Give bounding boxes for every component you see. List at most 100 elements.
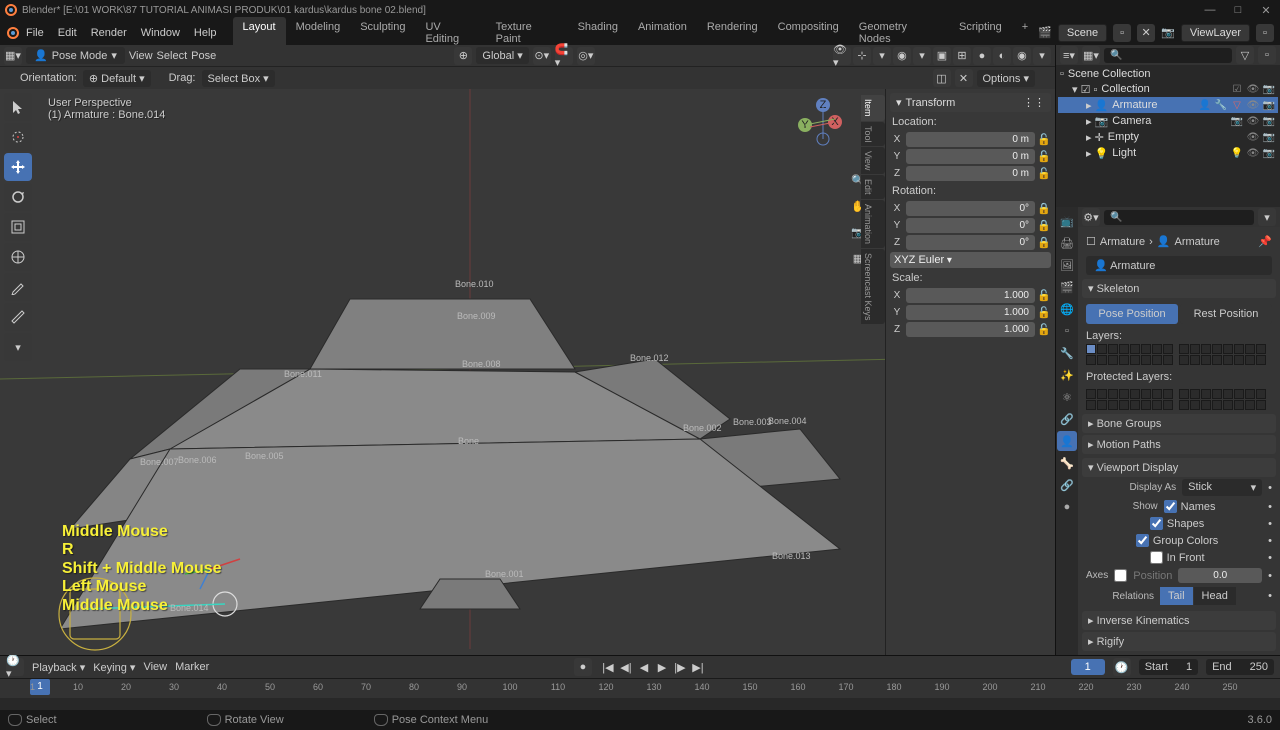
ctx-material[interactable]: ● (1057, 497, 1077, 517)
ol-armature[interactable]: ▸ 👤Armature👤🔧▽👁📷 (1058, 97, 1278, 113)
loc-y-field[interactable]: 0 m (906, 149, 1035, 164)
snap-icon[interactable]: 🧲▾ (555, 47, 573, 65)
select-tool[interactable] (4, 93, 32, 121)
viewport-display-header[interactable]: ▾ Viewport Display (1082, 458, 1276, 477)
orientation-icon[interactable]: ⊕ (454, 47, 472, 65)
options-dd[interactable]: Options ▾ (977, 70, 1036, 87)
header-pose[interactable]: Pose (191, 50, 216, 62)
app-menu-icon[interactable] (6, 26, 20, 40)
workspace-tab-layout[interactable]: Layout (233, 17, 286, 49)
ol-camera[interactable]: ▸ 📷Camera📷👁📷 (1058, 113, 1278, 129)
menu-render[interactable]: Render (85, 27, 133, 39)
rot-y-field[interactable]: 0° (906, 218, 1035, 233)
next-key-icon[interactable]: |▶ (672, 661, 688, 674)
nav-gizmo[interactable]: X Y Z (785, 97, 855, 167)
skeleton-header[interactable]: ▾ Skeleton (1082, 279, 1276, 298)
ctx-output[interactable]: 🖨 (1057, 233, 1077, 253)
start-frame-field[interactable]: Start1 (1139, 659, 1198, 675)
header-select[interactable]: Select (157, 50, 188, 62)
tl-marker[interactable]: Marker (175, 661, 209, 673)
check-names[interactable]: Names (1164, 500, 1216, 513)
xray-icon[interactable]: ▣ (933, 47, 951, 65)
overlay-menu-icon[interactable]: ▾ (913, 47, 931, 65)
timeline-ruler[interactable]: 1 11020304050607080901001101201301401501… (0, 678, 1280, 698)
scale-x-field[interactable]: 1.000 (906, 288, 1035, 303)
prot-layer-grid[interactable] (1086, 389, 1272, 410)
lock-icon[interactable]: 🔓 (1037, 306, 1051, 319)
ctx-armature[interactable]: 👤 (1057, 431, 1077, 451)
shading-preview-icon[interactable]: ◐ (993, 47, 1011, 65)
orient-selector[interactable]: Global ▾ (476, 47, 528, 64)
shading-render-icon[interactable]: ◉ (1013, 47, 1031, 65)
lock-icon[interactable]: 🔓 (1037, 167, 1051, 180)
visibility-icon[interactable]: 👁▾ (833, 47, 851, 65)
outliner-display-icon[interactable]: ▦▾ (1082, 46, 1100, 64)
ctx-particle[interactable]: ✨ (1057, 365, 1077, 385)
proportional-icon[interactable]: ◎▾ (577, 47, 595, 65)
gizmo-menu-icon[interactable]: ▾ (873, 47, 891, 65)
workspace-tab-geometry[interactable]: Geometry Nodes (849, 17, 949, 49)
ol-collection[interactable]: ▾ ☑ ▫Collection☑👁📷 (1058, 81, 1278, 97)
outliner-new-coll-icon[interactable]: ▫ (1258, 46, 1276, 64)
move-tool[interactable] (4, 153, 32, 181)
check-shapes[interactable]: Shapes (1150, 517, 1204, 530)
timeline-editor-icon[interactable]: 🕐▾ (6, 658, 24, 676)
measure-tool[interactable] (4, 303, 32, 331)
tl-view[interactable]: View (143, 661, 167, 673)
lock-icon[interactable]: 🔒 (1037, 219, 1051, 232)
tl-playback[interactable]: Playback ▾ (32, 661, 85, 674)
prop-editor-icon[interactable]: ⚙▾ (1082, 208, 1100, 226)
mode-selector[interactable]: 👤 Pose Mode▾ (26, 47, 125, 64)
ctx-constraint[interactable]: 🔗 (1057, 409, 1077, 429)
outliner-filter-icon[interactable]: ▽ (1236, 46, 1254, 64)
shading-solid-icon[interactable]: ● (973, 47, 991, 65)
ctx-object[interactable]: ▫ (1057, 321, 1077, 341)
rotate-tool[interactable] (4, 183, 32, 211)
menu-window[interactable]: Window (135, 27, 186, 39)
jump-end-icon[interactable]: ▶| (690, 661, 706, 674)
close-button[interactable]: ✕ (1256, 4, 1276, 17)
scene-new-icon[interactable]: ▫ (1113, 24, 1131, 42)
ntab-view[interactable]: View (861, 147, 885, 174)
ctx-scene[interactable]: 🎬 (1057, 277, 1077, 297)
ol-scene-collection[interactable]: ▫Scene Collection (1058, 67, 1278, 81)
layer-grid[interactable] (1086, 344, 1272, 365)
workspace-tab-rendering[interactable]: Rendering (697, 17, 768, 49)
rigify-header[interactable]: ▸ Rigify (1082, 632, 1276, 651)
workspace-tab-uv[interactable]: UV Editing (415, 17, 485, 49)
workspace-tab-shading[interactable]: Shading (568, 17, 628, 49)
pose-position-btn[interactable]: Pose Position (1086, 304, 1178, 324)
ntab-item[interactable]: Item (861, 95, 885, 121)
workspace-add[interactable]: + (1012, 17, 1038, 49)
shading-wire-icon[interactable]: ⊞ (953, 47, 971, 65)
maximize-button[interactable]: □ (1228, 4, 1248, 17)
display-as-dd[interactable]: Stick▾ (1182, 479, 1262, 496)
ol-light[interactable]: ▸ 💡Light💡👁📷 (1058, 145, 1278, 161)
menu-file[interactable]: File (20, 27, 50, 39)
scene-selector[interactable]: Scene (1058, 24, 1107, 42)
ctx-physics[interactable]: ⚛ (1057, 387, 1077, 407)
relations-tail[interactable]: Tail (1160, 587, 1193, 605)
scale-z-field[interactable]: 1.000 (906, 322, 1035, 337)
workspace-tab-animation[interactable]: Animation (628, 17, 697, 49)
ctx-viewlayer[interactable]: 🖼 (1057, 255, 1077, 275)
check-in-front[interactable]: In Front (1150, 551, 1205, 564)
rot-z-field[interactable]: 0° (906, 235, 1035, 250)
path-obj[interactable]: Armature (1100, 236, 1145, 248)
lock-icon[interactable]: 🔓 (1037, 150, 1051, 163)
rot-mode[interactable]: XYZ Euler ▾ (890, 252, 1051, 268)
lock-icon[interactable]: 🔓 (1037, 323, 1051, 336)
rot-x-field[interactable]: 0° (906, 201, 1035, 216)
scene-delete-icon[interactable]: ✕ (1137, 24, 1155, 42)
gizmo-toggle-icon[interactable]: ⊹ (853, 47, 871, 65)
header-view[interactable]: View (129, 50, 153, 62)
workspace-tab-scripting[interactable]: Scripting (949, 17, 1012, 49)
viewlayer-selector[interactable]: ViewLayer (1181, 24, 1250, 42)
menu-help[interactable]: Help (188, 27, 223, 39)
check-group-colors[interactable]: Group Colors (1136, 534, 1218, 547)
workspace-tab-sculpting[interactable]: Sculpting (350, 17, 415, 49)
ctx-bone[interactable]: 🦴 (1057, 453, 1077, 473)
pivot-icon[interactable]: ⊙▾ (533, 47, 551, 65)
drag-dd[interactable]: Select Box ▾ (202, 70, 275, 87)
check-axes[interactable] (1114, 569, 1127, 582)
